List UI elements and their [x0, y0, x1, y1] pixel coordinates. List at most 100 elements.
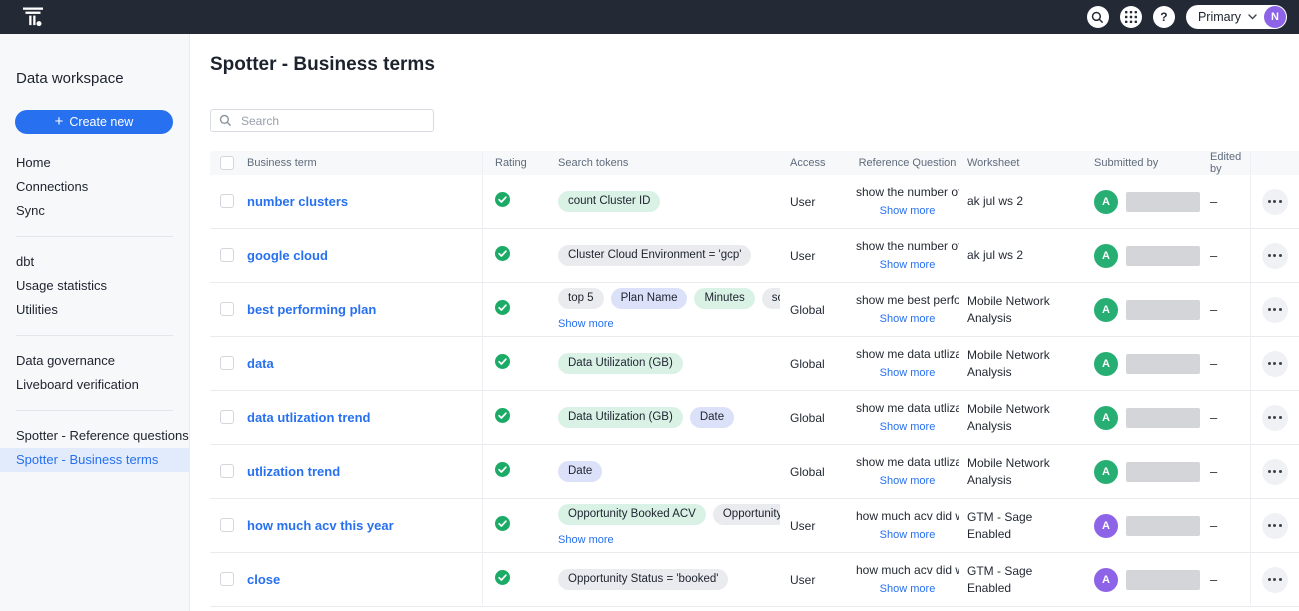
business-term-link[interactable]: how much acv this year: [247, 518, 394, 533]
question-show-more-link[interactable]: Show more: [880, 259, 936, 271]
worksheet-name: Mobile Network Analysis: [967, 348, 1050, 378]
redacted-name: [1126, 462, 1200, 482]
sidebar-item-liveboard-verification[interactable]: Liveboard verification: [0, 373, 189, 397]
business-term-link[interactable]: best performing plan: [247, 302, 376, 317]
row-checkbox[interactable]: [220, 518, 234, 532]
row-checkbox[interactable]: [220, 572, 234, 586]
column-header-submitted-by: Submitted by: [1086, 157, 1210, 169]
edited-by-value: –: [1210, 356, 1217, 371]
sidebar-item-utilities[interactable]: Utilities: [0, 298, 189, 322]
row-checkbox[interactable]: [220, 194, 234, 208]
question-show-more-link[interactable]: Show more: [880, 205, 936, 217]
more-actions-button[interactable]: [1262, 189, 1288, 215]
column-header-edited-by: Edited by: [1210, 151, 1250, 175]
search-tokens: count Cluster ID: [558, 191, 780, 212]
sidebar-item-usage-statistics[interactable]: Usage statistics: [0, 274, 189, 298]
topbar: ? Primary N: [0, 0, 1299, 34]
search-icon: [219, 114, 232, 127]
reference-question-text: show the number of c: [856, 185, 959, 199]
ellipsis-icon: [1268, 362, 1282, 365]
row-checkbox[interactable]: [220, 410, 234, 424]
more-actions-button[interactable]: [1262, 405, 1288, 431]
more-actions-button[interactable]: [1262, 351, 1288, 377]
row-checkbox[interactable]: [220, 464, 234, 478]
search-token: Plan Name: [611, 288, 688, 309]
search-token: Minutes: [694, 288, 754, 309]
question-show-more-link[interactable]: Show more: [880, 583, 936, 595]
worksheet-name: Mobile Network Analysis: [967, 456, 1050, 486]
table-body: number clusters count Cluster ID User sh…: [210, 175, 1299, 607]
search-token: Data Utilization (GB): [558, 407, 683, 428]
select-all-checkbox[interactable]: [220, 156, 234, 170]
business-term-link[interactable]: data utlization trend: [247, 410, 371, 425]
worksheet-name: Mobile Network Analysis: [967, 294, 1050, 324]
edited-by-value: –: [1210, 248, 1217, 263]
worksheet-name: GTM - Sage Enabled: [967, 564, 1032, 594]
redacted-name: [1126, 354, 1200, 374]
row-checkbox[interactable]: [220, 356, 234, 370]
frozen-column-divider: [482, 151, 483, 605]
question-show-more-link[interactable]: Show more: [880, 367, 936, 379]
business-term-link[interactable]: utlization trend: [247, 464, 340, 479]
sidebar-item-home[interactable]: Home: [0, 151, 189, 175]
verified-icon: [495, 246, 510, 261]
reference-question-text: how much acv did w: [856, 509, 959, 523]
search-token: Data Utilization (GB): [558, 353, 683, 374]
apps-grid-icon: [1125, 11, 1137, 23]
search-token: Opportunity Status = 'booked': [558, 569, 728, 590]
more-actions-button[interactable]: [1262, 567, 1288, 593]
org-switcher[interactable]: Primary N: [1186, 5, 1287, 29]
redacted-name: [1126, 246, 1200, 266]
table-row: best performing plan top 5Plan NameMinut…: [210, 283, 1299, 337]
question-show-more-link[interactable]: Show more: [880, 313, 936, 325]
access-value: User: [790, 195, 815, 209]
more-actions-button[interactable]: [1262, 513, 1288, 539]
column-header-access: Access: [780, 157, 848, 169]
question-show-more-link[interactable]: Show more: [880, 475, 936, 487]
create-new-button[interactable]: + Create new: [15, 110, 173, 134]
user-avatar[interactable]: N: [1264, 6, 1286, 28]
row-checkbox[interactable]: [220, 248, 234, 262]
verified-icon: [495, 354, 510, 369]
edited-by-value: –: [1210, 194, 1217, 209]
sidebar-item-sync[interactable]: Sync: [0, 199, 189, 223]
apps-button[interactable]: [1120, 6, 1142, 28]
redacted-name: [1126, 408, 1200, 428]
more-actions-button[interactable]: [1262, 297, 1288, 323]
verified-icon: [495, 516, 510, 531]
sidebar-item-spotter-reference-questions[interactable]: Spotter - Reference questions: [0, 424, 189, 448]
sidebar-item-data-governance[interactable]: Data governance: [0, 349, 189, 373]
sidebar-item-spotter-business-terms[interactable]: Spotter - Business terms: [0, 448, 189, 472]
sidebar-item-dbt[interactable]: dbt: [0, 250, 189, 274]
tokens-show-more-link[interactable]: Show more: [558, 318, 614, 330]
app-window: ? Primary N Data workspace + Create new …: [0, 0, 1299, 611]
edited-by-value: –: [1210, 464, 1217, 479]
access-value: Global: [790, 303, 825, 317]
sidebar-item-connections[interactable]: Connections: [0, 175, 189, 199]
search-tokens: top 5Plan NameMinutessort b: [558, 288, 780, 309]
redacted-name: [1126, 516, 1200, 536]
thoughtspot-logo-icon[interactable]: [20, 4, 46, 30]
search-input[interactable]: [239, 113, 425, 129]
business-term-link[interactable]: data: [247, 356, 274, 371]
search-button[interactable]: [1087, 6, 1109, 28]
business-term-link[interactable]: number clusters: [247, 194, 348, 209]
business-term-link[interactable]: google cloud: [247, 248, 328, 263]
question-show-more-link[interactable]: Show more: [880, 421, 936, 433]
help-button[interactable]: ?: [1153, 6, 1175, 28]
search-tokens: Date: [558, 461, 780, 482]
row-checkbox[interactable]: [220, 302, 234, 316]
access-value: Global: [790, 357, 825, 371]
more-actions-button[interactable]: [1262, 243, 1288, 269]
submitted-by-avatar: A: [1094, 298, 1118, 322]
help-icon: ?: [1160, 10, 1167, 24]
submitted-by-avatar: A: [1094, 190, 1118, 214]
more-actions-button[interactable]: [1262, 459, 1288, 485]
question-show-more-link[interactable]: Show more: [880, 529, 936, 541]
redacted-name: [1126, 192, 1200, 212]
sidebar-title: Data workspace: [16, 70, 173, 87]
tokens-show-more-link[interactable]: Show more: [558, 534, 614, 546]
column-header-worksheet: Worksheet: [967, 156, 1086, 171]
business-term-link[interactable]: close: [247, 572, 280, 587]
sidebar-divider: [16, 410, 173, 411]
